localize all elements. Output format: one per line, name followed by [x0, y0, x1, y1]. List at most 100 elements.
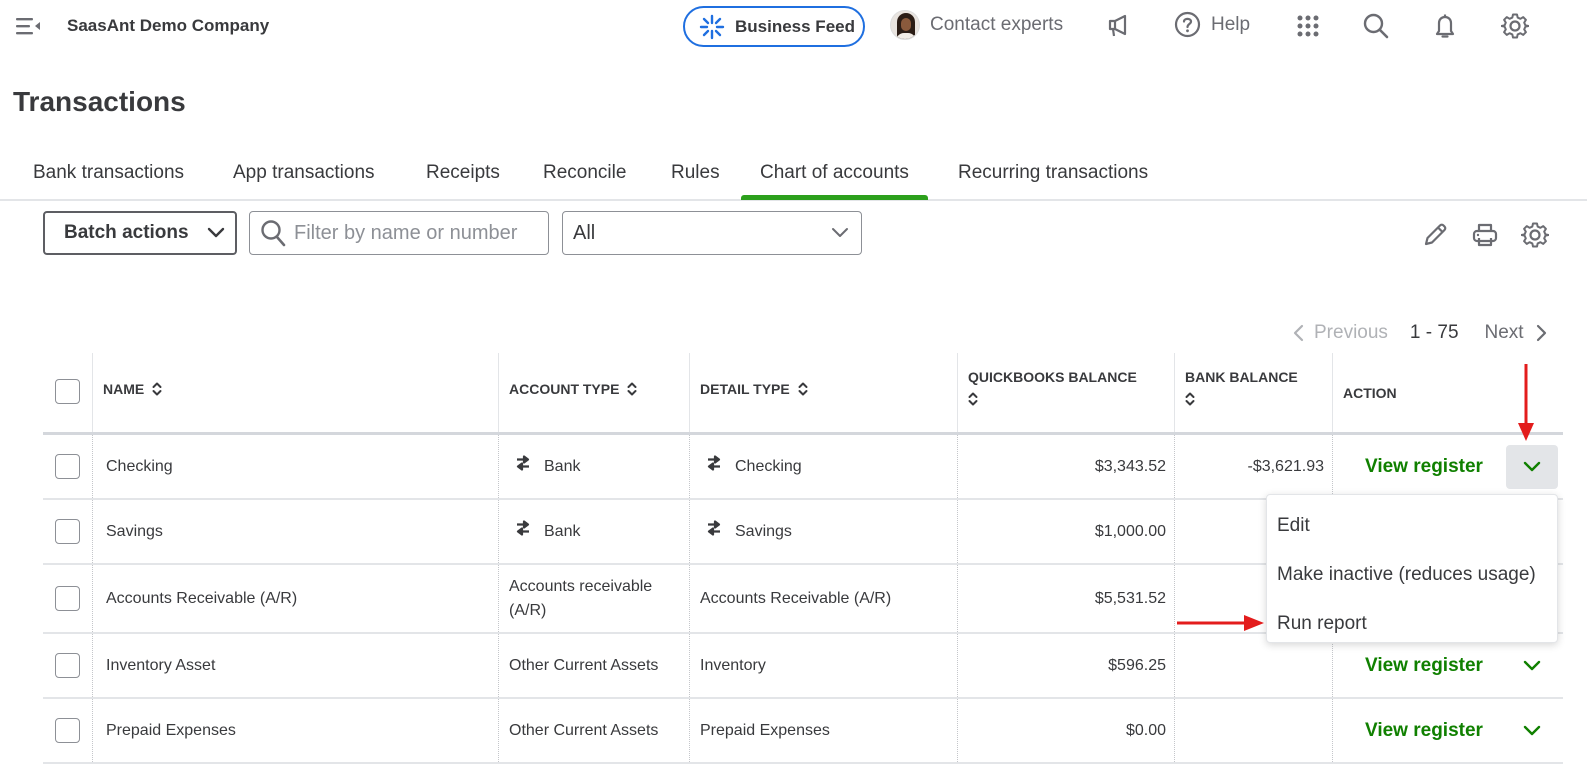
row-checkbox[interactable]: [55, 586, 80, 611]
cell-quickbooks-balance: $3,343.52: [957, 435, 1174, 498]
menu-collapse-icon[interactable]: [15, 15, 41, 37]
sort-icon: [1185, 392, 1195, 406]
header-account-type-label: ACCOUNT TYPE: [509, 381, 620, 397]
header-detail-type-label: DETAIL TYPE: [700, 381, 790, 397]
table-row: Prepaid Expenses Other Current Assets Prep…: [43, 699, 1563, 764]
tab-reconcile[interactable]: Reconcile: [543, 162, 626, 200]
header-bank-balance[interactable]: BANK BALANCE: [1174, 353, 1332, 432]
cell-detail-type: Savings: [689, 500, 957, 563]
account-type: Other Current Assets: [509, 656, 659, 674]
megaphone-icon[interactable]: [1105, 12, 1133, 40]
cell-name: Accounts Receivable (A/R): [92, 565, 498, 632]
gear-icon[interactable]: [1501, 12, 1529, 40]
header-detail-type[interactable]: DETAIL TYPE: [689, 353, 957, 432]
row-select-cell: [43, 500, 92, 563]
tab-receipts[interactable]: Receipts: [426, 162, 500, 200]
top-bar: SaasAnt Demo Company Business Feed Conta…: [0, 0, 1587, 54]
annotation-arrow-down: [1518, 364, 1534, 441]
menu-item-run-report[interactable]: Run report: [1267, 599, 1557, 648]
row-select-cell: [43, 634, 92, 697]
bank-transfer-icon: [516, 519, 530, 536]
business-feed-button[interactable]: Business Feed: [683, 6, 865, 47]
row-action-dropdown-button[interactable]: [1506, 709, 1558, 753]
batch-actions-label: Batch actions: [64, 222, 189, 243]
pencil-icon[interactable]: [1421, 221, 1449, 249]
printer-icon[interactable]: [1471, 221, 1499, 249]
annotation-arrow-right: [1177, 615, 1264, 631]
cell-name: Inventory Asset: [92, 634, 498, 697]
chevron-left-icon: [1293, 324, 1304, 342]
menu-item-edit[interactable]: Edit: [1267, 501, 1557, 550]
company-name: SaasAnt Demo Company: [67, 16, 270, 35]
row-checkbox[interactable]: [55, 718, 80, 743]
header-name[interactable]: NAME: [92, 353, 498, 432]
detail-type: Checking: [735, 457, 802, 475]
bank-transfer-icon: [516, 454, 530, 471]
tab-chart-of-accounts[interactable]: Chart of accounts: [741, 162, 928, 200]
header-quickbooks-balance[interactable]: QUICKBOOKS BALANCE: [957, 353, 1174, 432]
tab-bar: Bank transactions App transactions Recei…: [0, 150, 1587, 201]
quickbooks-balance: $5,531.52: [1094, 589, 1166, 607]
quickbooks-balance: $3,343.52: [1094, 457, 1166, 475]
account-type-select-value: All: [573, 221, 596, 244]
contact-experts-label: Contact experts: [930, 14, 1064, 35]
cell-account-type: Accounts receivable (A/R): [498, 565, 689, 632]
chevron-down-icon: [1523, 660, 1541, 671]
tab-rules[interactable]: Rules: [671, 162, 720, 200]
filter-input[interactable]: [294, 221, 544, 245]
view-register-link[interactable]: View register: [1365, 456, 1483, 478]
business-feed-label: Business Feed: [735, 16, 855, 36]
tab-app-transactions[interactable]: App transactions: [233, 162, 375, 200]
cell-detail-type: Inventory: [689, 634, 957, 697]
quickbooks-balance: $596.25: [1108, 656, 1166, 674]
view-register-link[interactable]: View register: [1365, 655, 1483, 677]
account-type: Other Current Assets: [509, 721, 659, 739]
row-action-dropdown-button[interactable]: [1506, 445, 1558, 489]
contact-experts-button[interactable]: Contact experts: [890, 10, 1063, 40]
chevron-right-icon: [1536, 324, 1546, 342]
row-select-cell: [43, 699, 92, 762]
cell-account-type: Other Current Assets: [498, 699, 689, 762]
account-type: Bank: [544, 457, 581, 475]
account-name: Inventory Asset: [106, 656, 216, 674]
menu-item-make-inactive[interactable]: Make inactive (reduces usage): [1267, 550, 1557, 599]
detail-type: Prepaid Expenses: [700, 721, 830, 739]
table-row: Checking Bank Checking $3,343.52 -$3,621.93 V…: [43, 435, 1563, 500]
row-checkbox[interactable]: [55, 653, 80, 678]
tab-recurring-transactions[interactable]: Recurring transactions: [958, 162, 1148, 200]
header-account-type[interactable]: ACCOUNT TYPE: [498, 353, 689, 432]
view-register-link[interactable]: View register: [1365, 720, 1483, 742]
sort-icon: [627, 382, 637, 396]
next-label: Next: [1484, 322, 1524, 343]
search-icon[interactable]: [1362, 12, 1390, 40]
row-checkbox[interactable]: [55, 454, 80, 479]
tab-bank-transactions[interactable]: Bank transactions: [33, 162, 184, 200]
cell-bank-balance: [1174, 699, 1332, 762]
batch-actions-dropdown[interactable]: Batch actions: [43, 211, 237, 255]
account-name: Prepaid Expenses: [106, 721, 236, 739]
sparkle-icon: [699, 14, 725, 39]
help-button[interactable]: Help: [1174, 11, 1250, 38]
bank-transfer-icon: [707, 519, 721, 536]
account-type: Accounts receivable (A/R): [509, 577, 653, 619]
search-icon: [261, 220, 286, 247]
header-name-label: NAME: [103, 381, 145, 397]
account-type-select[interactable]: All: [562, 211, 862, 255]
page-title: Transactions: [13, 86, 186, 117]
previous-page-button[interactable]: Previous: [1292, 322, 1388, 344]
row-checkbox[interactable]: [55, 519, 80, 544]
table-settings-gear-icon[interactable]: [1521, 221, 1549, 249]
bell-icon[interactable]: [1431, 12, 1459, 40]
chevron-down-icon: [1523, 461, 1541, 472]
apps-grid-icon[interactable]: [1294, 12, 1322, 40]
chevron-down-icon: [207, 227, 224, 238]
sort-icon: [798, 382, 808, 396]
next-page-button[interactable]: Next: [1485, 322, 1548, 344]
detail-type: Accounts Receivable (A/R): [700, 589, 892, 607]
row-select-cell: [43, 565, 92, 632]
select-all-checkbox[interactable]: [55, 379, 80, 404]
bank-transfer-icon: [707, 454, 721, 471]
cell-detail-type: Prepaid Expenses: [689, 699, 957, 762]
row-action-dropdown-button[interactable]: [1506, 644, 1558, 688]
sort-icon: [968, 392, 978, 406]
